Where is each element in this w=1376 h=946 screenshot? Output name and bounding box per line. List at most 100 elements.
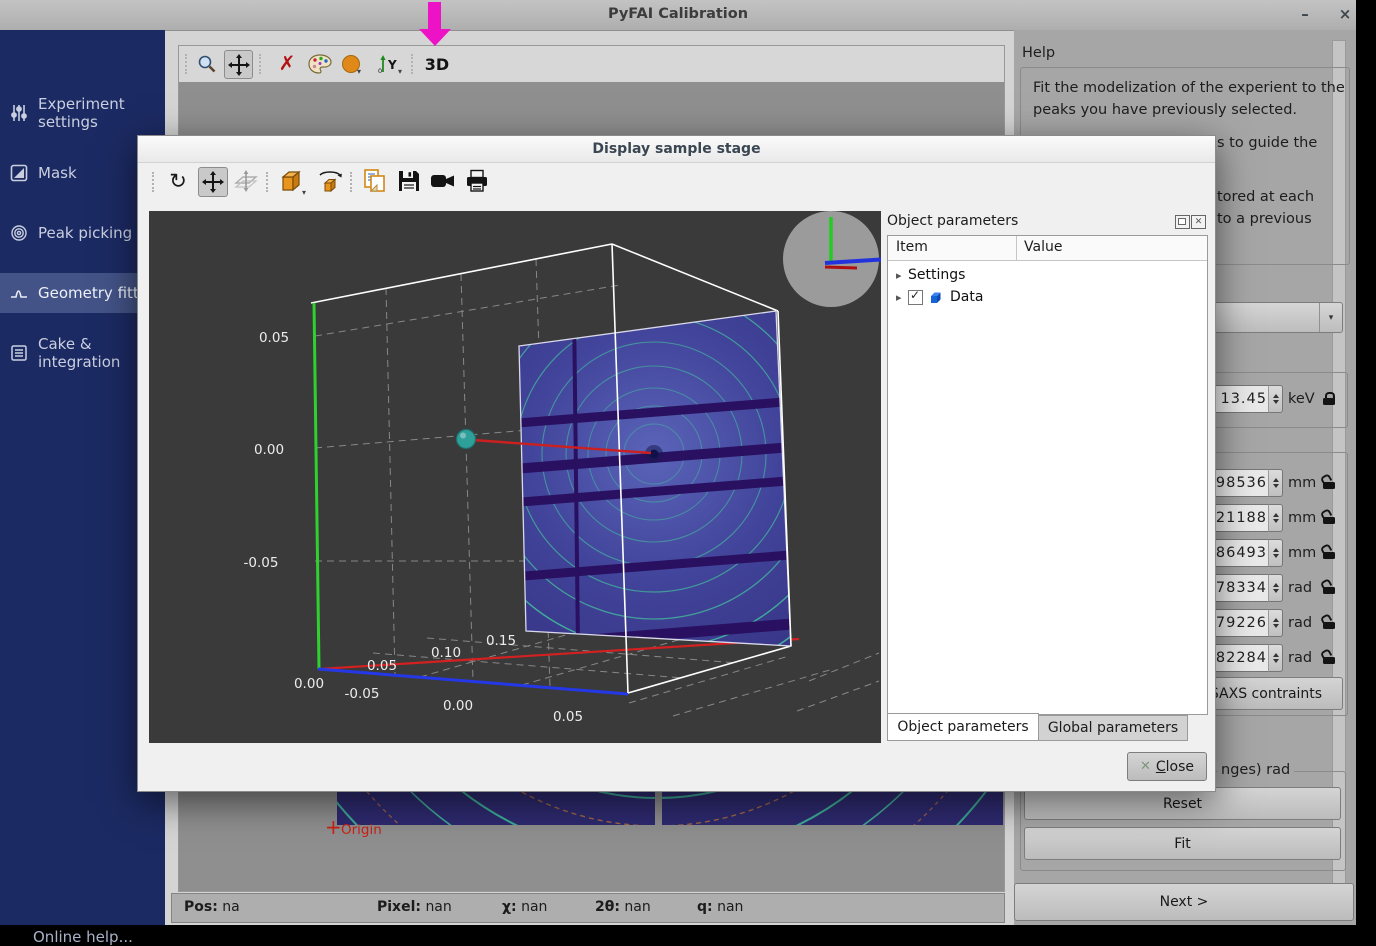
close-panel-icon[interactable]: ✕ <box>1191 215 1206 229</box>
save-tool[interactable] <box>394 166 424 196</box>
expand-arrow-icon[interactable]: ▸ <box>896 291 908 304</box>
close-window-button[interactable]: × <box>1334 3 1356 25</box>
peak-curve-icon <box>10 284 28 302</box>
spinner[interactable] <box>1268 539 1283 567</box>
window-title: PyFAI Calibration <box>0 6 1356 22</box>
lock-open-icon[interactable] <box>1322 580 1337 595</box>
svg-text:0.00: 0.00 <box>443 698 473 714</box>
status-label: 2θ: <box>595 899 620 915</box>
help-fragment: s to guide the <box>1217 135 1317 151</box>
rotate-cube-tool[interactable] <box>314 166 346 196</box>
sidebar-item-label: Experiment settings <box>38 95 165 131</box>
dialog-close-button[interactable]: ✕ Close <box>1127 752 1207 781</box>
display-sample-stage-dialog: Display sample stage ↻ ▾ <box>137 135 1216 792</box>
rotate-tool[interactable]: ↻ <box>164 167 192 195</box>
threed-label: 3D <box>425 55 449 74</box>
svg-text:0.05: 0.05 <box>367 658 397 674</box>
cube-rotate-icon <box>316 168 344 194</box>
rings-icon <box>10 224 28 242</box>
help-line: peaks you have previously selected. <box>1033 102 1297 118</box>
svg-text:0.10: 0.10 <box>431 645 461 661</box>
spinner[interactable] <box>1268 609 1283 637</box>
y-axis-tool[interactable]: Y0 <box>376 51 400 77</box>
tree-row-data[interactable]: ▸ ✓ Data <box>888 286 1207 308</box>
pan-tool[interactable] <box>224 50 253 79</box>
svg-text:0.15: 0.15 <box>486 633 516 649</box>
spinner[interactable] <box>1268 504 1283 532</box>
svg-text:Y: Y <box>387 58 397 72</box>
tab-global-parameters[interactable]: Global parameters <box>1038 715 1188 741</box>
fit-button[interactable]: Fit <box>1024 827 1341 860</box>
check-icon: ✓ <box>910 288 920 302</box>
mask-icon <box>10 164 28 182</box>
toolbar-handle <box>152 172 158 192</box>
lock-open-icon[interactable] <box>1322 650 1337 665</box>
dialog-titlebar: Display sample stage <box>138 136 1215 163</box>
dropdown-caret-icon[interactable]: ▾ <box>357 67 361 76</box>
move-cross-icon <box>228 54 250 76</box>
toolbar-separator <box>259 54 265 74</box>
origin-label: Origin <box>341 822 382 838</box>
status-label: χ: <box>502 899 517 915</box>
minimize-button[interactable]: – <box>1294 3 1316 25</box>
sphere-highlight <box>460 433 466 439</box>
online-help-link[interactable]: Online help... <box>33 928 133 946</box>
threed-view-button[interactable]: 3D <box>423 51 451 77</box>
lock-open-icon[interactable] <box>1322 545 1337 560</box>
sidebar-item-experiment-settings[interactable]: Experiment settings <box>0 93 165 133</box>
lock-open-icon[interactable] <box>1322 615 1337 630</box>
spinner[interactable] <box>1268 574 1283 602</box>
svg-text:0.00: 0.00 <box>254 442 284 458</box>
pan-tool[interactable] <box>198 167 228 197</box>
titlebar: PyFAI Calibration – × <box>0 0 1356 31</box>
spinner[interactable] <box>1268 644 1283 672</box>
dropdown-caret-icon[interactable]: ▾ <box>398 67 402 76</box>
status-label: Pos: <box>184 899 218 915</box>
statusbar: Pos: na Pixel: nan χ: nan 2θ: nan q: nan <box>171 893 1005 923</box>
spinner[interactable] <box>1268 469 1283 497</box>
plane-pan-tool[interactable] <box>232 167 260 195</box>
status-pos: Pos: na <box>184 899 240 915</box>
origin-marker-icon: + <box>325 815 342 839</box>
svg-text:0.05: 0.05 <box>259 330 289 346</box>
expand-arrow-icon[interactable]: ▸ <box>896 269 908 282</box>
diffraction-image-strip <box>337 790 1003 825</box>
lock-open-icon[interactable] <box>1322 510 1337 525</box>
status-pixel: Pixel: nan <box>377 899 452 915</box>
dialog-toolbar: ↻ ▾ <box>138 163 1215 201</box>
tree-row-settings[interactable]: ▸ Settings <box>888 264 1207 286</box>
close-label: Close <box>1156 759 1194 775</box>
next-button[interactable]: Next > <box>1014 883 1354 921</box>
tree-header: Item Value <box>888 236 1207 261</box>
y-axis-icon: Y0 <box>377 53 399 75</box>
column-value[interactable]: Value <box>1024 239 1062 255</box>
help-fragment: to a previous <box>1217 211 1312 227</box>
svg-text:-0.05: -0.05 <box>244 555 279 571</box>
print-tool[interactable] <box>462 166 492 196</box>
status-value: nan <box>717 899 743 915</box>
status-label: q: <box>697 899 713 915</box>
column-divider[interactable] <box>1016 236 1017 260</box>
colormap-tool[interactable] <box>306 52 334 76</box>
lock-closed-icon[interactable] <box>1322 391 1337 406</box>
sidebar-item-label: Peak picking <box>38 224 132 242</box>
help-title: Help <box>1022 45 1055 61</box>
energy-spinner[interactable] <box>1268 385 1283 413</box>
3d-viewport[interactable]: 0.05 0.00 -0.05 0.05 0.10 0.15 0.00 -0.0… <box>149 211 881 743</box>
column-item[interactable]: Item <box>896 239 928 255</box>
clear-tool[interactable]: ✗ <box>274 50 300 76</box>
video-tool[interactable] <box>428 166 458 196</box>
copy-tool[interactable] <box>360 166 390 196</box>
object-panel-title: Object parameters <box>887 213 1018 229</box>
data-cube-icon <box>929 290 944 305</box>
red-x-icon: ✗ <box>279 51 296 75</box>
zoom-tool[interactable] <box>195 52 219 76</box>
solid-view-tool[interactable]: ▾ <box>276 166 310 196</box>
tab-object-parameters[interactable]: Object parameters <box>887 713 1039 741</box>
unit-label: mm <box>1288 475 1316 491</box>
undock-panel-icon[interactable] <box>1175 215 1190 229</box>
help-line: Fit the modelization of the experient to… <box>1033 80 1345 96</box>
status-2theta: 2θ: nan <box>595 899 651 915</box>
data-visibility-checkbox[interactable]: ✓ <box>908 290 923 305</box>
lock-open-icon[interactable] <box>1322 475 1337 490</box>
